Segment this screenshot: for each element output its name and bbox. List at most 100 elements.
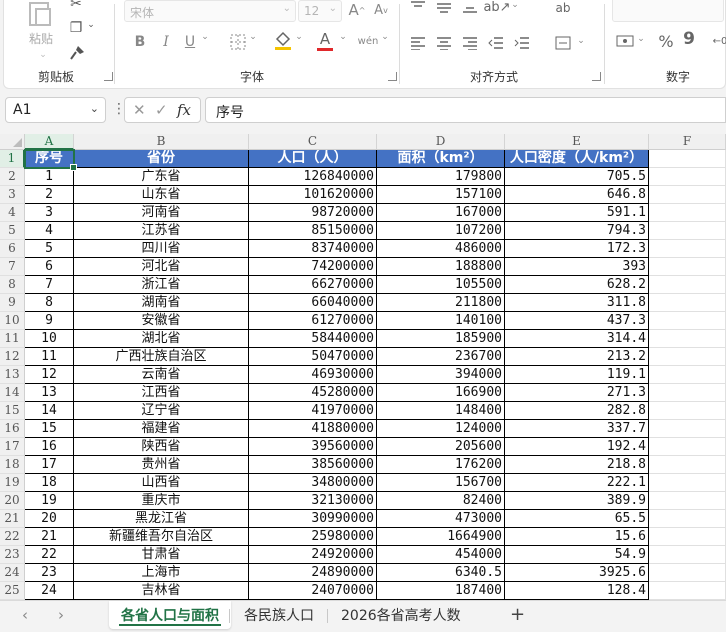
table-cell[interactable]: 云南省 bbox=[74, 366, 249, 384]
table-cell[interactable]: 628.2 bbox=[505, 276, 649, 294]
table-cell[interactable]: 74200000 bbox=[249, 258, 377, 276]
table-cell[interactable]: 41970000 bbox=[249, 402, 377, 420]
table-cell[interactable]: 安徽省 bbox=[74, 312, 249, 330]
orientation-icon[interactable]: ab↗ bbox=[483, 0, 510, 16]
row-header[interactable]: 17 bbox=[0, 438, 25, 456]
empty-cell[interactable] bbox=[649, 168, 726, 186]
enter-icon[interactable]: ✓ bbox=[155, 101, 168, 119]
table-cell[interactable]: 107200 bbox=[377, 222, 505, 240]
row-header[interactable]: 10 bbox=[0, 312, 25, 330]
table-header-cell[interactable]: 人口（人） bbox=[249, 150, 377, 168]
table-cell[interactable]: 贵州省 bbox=[74, 456, 249, 474]
borders-dropdown-icon[interactable]: ⌄ bbox=[248, 32, 258, 42]
table-cell[interactable]: 66270000 bbox=[249, 276, 377, 294]
table-cell[interactable]: 24070000 bbox=[249, 582, 377, 600]
table-cell[interactable]: 30990000 bbox=[249, 510, 377, 528]
table-cell[interactable]: 311.8 bbox=[505, 294, 649, 312]
table-cell[interactable]: 188800 bbox=[377, 258, 505, 276]
empty-cell[interactable] bbox=[649, 330, 726, 348]
row-header[interactable]: 11 bbox=[0, 330, 25, 348]
table-cell[interactable]: 119.1 bbox=[505, 366, 649, 384]
table-cell[interactable]: 192.4 bbox=[505, 438, 649, 456]
table-cell[interactable]: 8 bbox=[25, 294, 74, 312]
table-cell[interactable]: 61270000 bbox=[249, 312, 377, 330]
copy-icon[interactable]: ❐ bbox=[68, 20, 84, 36]
paste-button[interactable] bbox=[24, 0, 56, 28]
font-size-combo[interactable]: 12 ⌄ bbox=[298, 0, 342, 22]
select-all-corner[interactable] bbox=[0, 134, 25, 150]
row-header[interactable]: 21 bbox=[0, 510, 25, 528]
orientation-dropdown-icon[interactable]: ⌄ bbox=[510, 0, 520, 10]
row-header[interactable]: 18 bbox=[0, 456, 25, 474]
empty-cell[interactable] bbox=[649, 564, 726, 582]
table-cell[interactable]: 陕西省 bbox=[74, 438, 249, 456]
table-cell[interactable]: 486000 bbox=[377, 240, 505, 258]
table-cell[interactable]: 山东省 bbox=[74, 186, 249, 204]
table-cell[interactable]: 124000 bbox=[377, 420, 505, 438]
table-cell[interactable]: 甘肃省 bbox=[74, 546, 249, 564]
empty-cell[interactable] bbox=[649, 312, 726, 330]
table-cell[interactable]: 126840000 bbox=[249, 168, 377, 186]
table-cell[interactable]: 54.9 bbox=[505, 546, 649, 564]
empty-cell[interactable] bbox=[649, 150, 726, 168]
row-header[interactable]: 16 bbox=[0, 420, 25, 438]
empty-cell[interactable] bbox=[649, 366, 726, 384]
table-cell[interactable]: 1 bbox=[25, 168, 74, 186]
table-cell[interactable]: 山西省 bbox=[74, 474, 249, 492]
table-cell[interactable]: 12 bbox=[25, 366, 74, 384]
table-cell[interactable]: 32130000 bbox=[249, 492, 377, 510]
table-cell[interactable]: 20 bbox=[25, 510, 74, 528]
bold-button[interactable]: B bbox=[130, 32, 150, 52]
table-cell[interactable]: 19 bbox=[25, 492, 74, 510]
number-format-combo[interactable] bbox=[612, 0, 724, 22]
table-cell[interactable]: 3925.6 bbox=[505, 564, 649, 582]
table-header-cell[interactable]: 省份 bbox=[74, 150, 249, 168]
empty-cell[interactable] bbox=[649, 492, 726, 510]
row-header[interactable]: 24 bbox=[0, 564, 25, 582]
table-cell[interactable]: 4 bbox=[25, 222, 74, 240]
table-cell[interactable]: 38560000 bbox=[249, 456, 377, 474]
comma-icon[interactable]: 9 bbox=[682, 29, 696, 49]
align-center-icon[interactable] bbox=[434, 34, 454, 52]
table-cell[interactable]: 337.7 bbox=[505, 420, 649, 438]
table-cell[interactable]: 101620000 bbox=[249, 186, 377, 204]
table-cell[interactable]: 66040000 bbox=[249, 294, 377, 312]
table-cell[interactable]: 45280000 bbox=[249, 384, 377, 402]
table-cell[interactable]: 166900 bbox=[377, 384, 505, 402]
align-bottom-icon[interactable] bbox=[460, 0, 480, 16]
table-cell[interactable]: 1664900 bbox=[377, 528, 505, 546]
empty-cell[interactable] bbox=[649, 222, 726, 240]
table-cell[interactable]: 15 bbox=[25, 420, 74, 438]
align-middle-icon[interactable] bbox=[434, 0, 454, 16]
name-box[interactable]: A1 ⌄ bbox=[5, 97, 106, 123]
underline-button[interactable]: U bbox=[180, 32, 200, 52]
formula-input[interactable]: 序号 bbox=[205, 97, 726, 123]
insert-function-icon[interactable]: fx bbox=[177, 101, 191, 119]
merge-dropdown-icon[interactable]: ⌄ bbox=[576, 36, 586, 46]
table-cell[interactable]: 218.8 bbox=[505, 456, 649, 474]
table-cell[interactable]: 24 bbox=[25, 582, 74, 600]
table-cell[interactable]: 473000 bbox=[377, 510, 505, 528]
table-header-cell[interactable]: 人口密度（人/km²） bbox=[505, 150, 649, 168]
empty-cell[interactable] bbox=[649, 402, 726, 420]
table-cell[interactable]: 6340.5 bbox=[377, 564, 505, 582]
row-header[interactable]: 25 bbox=[0, 582, 25, 600]
table-cell[interactable]: 23 bbox=[25, 564, 74, 582]
row-header[interactable]: 13 bbox=[0, 366, 25, 384]
table-cell[interactable]: 271.3 bbox=[505, 384, 649, 402]
table-cell[interactable]: 58440000 bbox=[249, 330, 377, 348]
previous-sheet-icon[interactable]: ‹ bbox=[22, 606, 28, 624]
row-header[interactable]: 20 bbox=[0, 492, 25, 510]
row-header[interactable]: 8 bbox=[0, 276, 25, 294]
table-cell[interactable]: 湖南省 bbox=[74, 294, 249, 312]
table-cell[interactable]: 河南省 bbox=[74, 204, 249, 222]
table-cell[interactable]: 156700 bbox=[377, 474, 505, 492]
table-cell[interactable]: 50470000 bbox=[249, 348, 377, 366]
table-cell[interactable]: 14 bbox=[25, 402, 74, 420]
empty-cell[interactable] bbox=[649, 240, 726, 258]
empty-cell[interactable] bbox=[649, 384, 726, 402]
column-header-d[interactable]: D bbox=[377, 134, 505, 150]
table-cell[interactable]: 16 bbox=[25, 438, 74, 456]
table-cell[interactable]: 157100 bbox=[377, 186, 505, 204]
underline-dropdown-icon[interactable]: ⌄ bbox=[200, 32, 210, 42]
